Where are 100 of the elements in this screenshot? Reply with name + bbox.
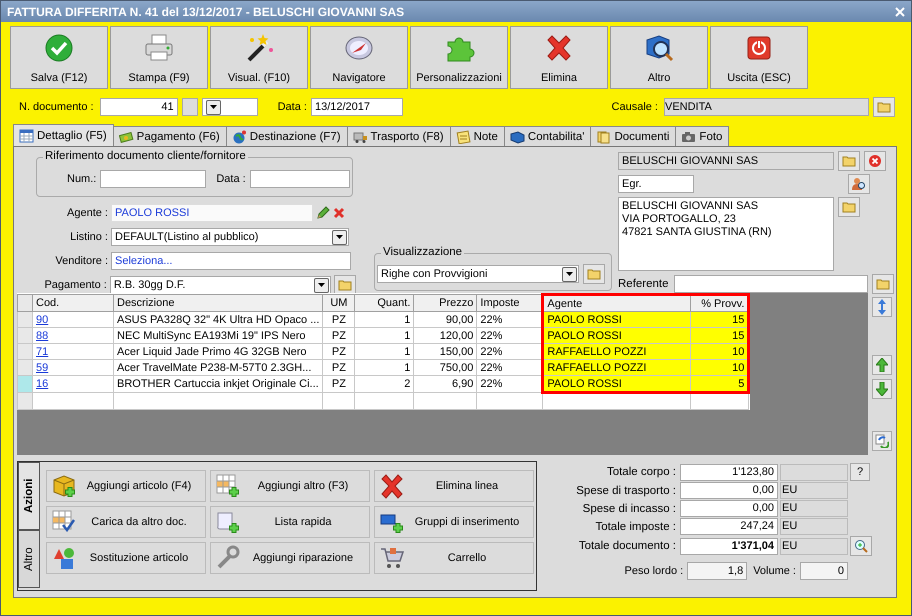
action-button[interactable]: Gruppi di inserimento <box>374 506 534 538</box>
tab[interactable]: Contabilita' <box>504 126 592 146</box>
total-field: 0,00 <box>680 500 778 517</box>
folder-icon <box>842 201 856 213</box>
window-title: FATTURA DIFFERITA N. 41 del 13/12/2017 - BELUSCHI GIOVANNI SAS <box>7 4 406 18</box>
toolbar-button[interactable]: Navigatore <box>310 26 408 89</box>
date-field[interactable]: 13/12/2017 <box>310 98 403 116</box>
action-button[interactable]: Carica da altro doc. <box>46 506 206 538</box>
help-button[interactable]: ? <box>850 463 870 481</box>
item-code-link[interactable]: 16 <box>36 378 48 390</box>
pencil-icon[interactable] <box>316 206 330 220</box>
item-code-link[interactable]: 90 <box>36 314 48 326</box>
display-dropdown[interactable]: Righe con Provvigioni <box>377 265 579 283</box>
tab[interactable]: Dettaglio (F5) <box>13 124 114 146</box>
move-button[interactable] <box>872 297 892 317</box>
field-label: Pagamento : <box>43 279 107 291</box>
side-tab[interactable]: Altro <box>18 530 40 588</box>
toolbar-button[interactable]: Stampa (F9) <box>110 26 208 89</box>
table-cell: 6,90 <box>452 378 474 390</box>
table-cell: 1 <box>404 362 410 374</box>
group-title: Visualizzazione <box>381 246 464 258</box>
field-label: Totale documento : <box>578 540 677 552</box>
tab[interactable]: Pagamento (F6) <box>112 126 227 146</box>
zoom-button[interactable] <box>850 536 872 556</box>
series-dropdown[interactable] <box>202 98 258 116</box>
tab[interactable]: Trasporto (F8) <box>346 126 451 146</box>
price-list-dropdown[interactable]: DEFAULT(Listino al pubblico) <box>111 228 349 246</box>
table-cell: PZ <box>332 362 346 374</box>
toolbar-button[interactable]: Visual. (F10) <box>210 26 308 89</box>
refresh-button[interactable] <box>872 431 892 451</box>
seller-field[interactable]: Seleziona... <box>111 252 351 270</box>
group-title: Riferimento documento cliente/fornitore <box>43 150 248 162</box>
table-cell: ASUS PA328Q 32" 4K Ultra HD Opaco ... <box>117 314 320 326</box>
table-cell: 1 <box>404 314 410 326</box>
column-header[interactable]: Imposte <box>476 294 543 312</box>
action-button[interactable]: Elimina linea <box>374 470 534 502</box>
document-number-field[interactable]: 41 <box>100 98 178 116</box>
table-cell: 1 <box>404 330 410 342</box>
toolbar-button[interactable]: Uscita (ESC) <box>710 26 808 89</box>
spin-button[interactable] <box>182 98 198 116</box>
folder-button[interactable] <box>334 275 356 295</box>
action-button[interactable]: Aggiungi altro (F3) <box>210 470 370 502</box>
table-cell: 22% <box>480 330 502 342</box>
action-button[interactable]: Carrello <box>374 542 534 574</box>
field-label: Listino : <box>69 231 108 243</box>
move-down-button[interactable] <box>872 379 892 399</box>
arrow-down-icon <box>876 382 888 396</box>
action-button[interactable]: Sostituzione articolo <box>46 542 206 574</box>
grid-add-icon <box>215 473 241 499</box>
folder-button[interactable] <box>872 274 894 294</box>
toolbar-button[interactable]: Elimina <box>510 26 608 89</box>
toolbar-button[interactable]: Salva (F12) <box>10 26 108 89</box>
item-code-link[interactable]: 59 <box>36 362 48 374</box>
tab[interactable]: Destinazione (F7) <box>226 126 348 146</box>
close-icon[interactable] <box>895 6 905 16</box>
item-code-link[interactable]: 71 <box>36 346 48 358</box>
date-field[interactable] <box>250 170 350 188</box>
remove-button[interactable] <box>864 151 886 171</box>
number-field[interactable] <box>100 170 206 188</box>
column-header[interactable]: Descrizione <box>114 294 323 312</box>
move-up-button[interactable] <box>872 355 892 375</box>
table-cell: RAFFAELLO POZZI <box>547 346 646 358</box>
column-header[interactable]: Quant. <box>354 294 414 312</box>
column-header[interactable]: UM <box>322 294 355 312</box>
tab[interactable]: Documenti <box>590 126 676 146</box>
item-code-link[interactable]: 88 <box>36 330 48 342</box>
folder-button[interactable] <box>583 264 605 284</box>
agent-field[interactable]: PAOLO ROSSI <box>111 204 313 222</box>
payment-dropdown[interactable]: R.B. 30gg D.F. <box>110 276 331 294</box>
cross-icon[interactable] <box>333 207 345 219</box>
action-button[interactable]: Aggiungi riparazione <box>210 542 370 574</box>
action-button[interactable]: Aggiungi articolo (F4) <box>46 470 206 502</box>
field-label: Agente : <box>66 207 108 219</box>
contact-field[interactable] <box>674 275 868 293</box>
column-header[interactable]: % Provv. <box>690 294 749 312</box>
weight-field: 0 <box>800 562 848 580</box>
person-search-button[interactable] <box>848 174 870 194</box>
address-field[interactable]: BELUSCHI GIOVANNI SAS VIA PORTOGALLO, 23 47821 SANTA GIUSTINA (RN) <box>618 197 834 271</box>
table-cell: Acer Liquid Jade Primo 4G 32GB Nero <box>117 346 307 358</box>
folder-button[interactable] <box>873 97 895 117</box>
column-header[interactable]: Cod. <box>32 294 114 312</box>
row-header[interactable] <box>18 312 32 328</box>
causale-field[interactable]: VENDITA <box>664 98 869 116</box>
table-cell: 22% <box>480 378 502 390</box>
box-add-icon <box>51 473 77 499</box>
folder-icon <box>338 279 352 291</box>
field-label: Totale corpo : <box>606 466 677 478</box>
tab[interactable]: Note <box>450 126 505 146</box>
side-tab[interactable]: Azioni <box>18 462 40 530</box>
table-cell: 22% <box>480 362 502 374</box>
salutation-field[interactable]: Egr. <box>618 175 694 193</box>
column-header[interactable]: Prezzo <box>414 294 477 312</box>
globe-icon <box>232 130 247 144</box>
toolbar-button[interactable]: Personalizzazioni <box>410 26 508 89</box>
customer-name-field[interactable]: BELUSCHI GIOVANNI SAS <box>618 152 834 170</box>
tab[interactable]: Foto <box>675 126 730 146</box>
banknotes-icon <box>118 130 134 144</box>
toolbar-button[interactable]: Altro <box>610 26 708 89</box>
column-header[interactable]: Agente <box>542 294 691 312</box>
action-button[interactable]: Lista rapida <box>210 506 370 538</box>
